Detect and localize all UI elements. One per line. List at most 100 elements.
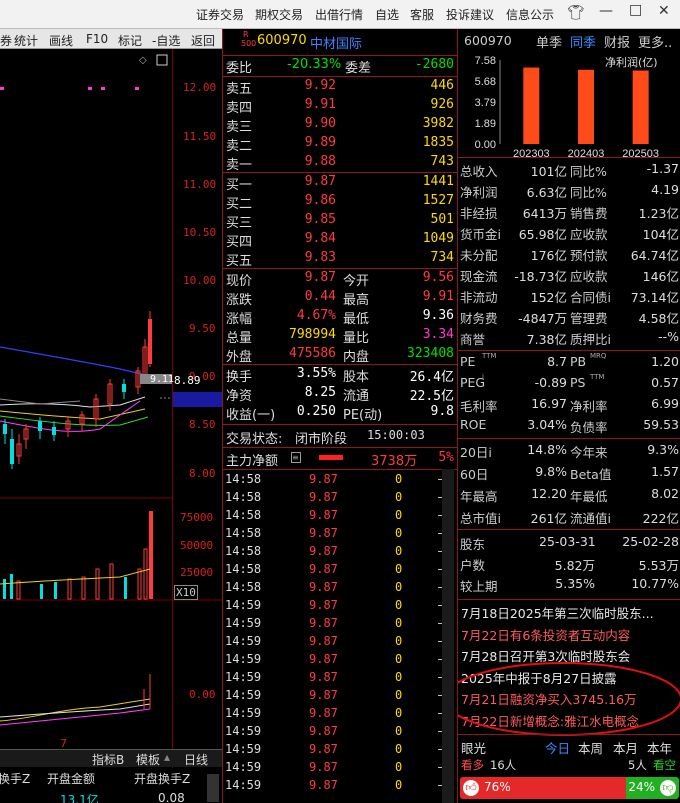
tick-price: 9.87 <box>309 562 338 576</box>
bid-row[interactable]: 买五 9.83 734 <box>225 250 456 269</box>
fin-y-tick: 5.68 <box>475 76 496 88</box>
perf-row: 60日 9.8% Beta值 1.57 <box>460 462 679 482</box>
holders-label: 户数 <box>460 558 486 573</box>
ask-row[interactable]: 卖二 9.89 1835 <box>225 135 456 154</box>
tab-this-week[interactable]: 本周 <box>578 738 603 757</box>
fin-label: 同比% <box>570 164 607 179</box>
axis-separator <box>172 49 173 799</box>
tick-volume: 0 <box>395 526 403 540</box>
stat-label: 净资 <box>226 389 253 404</box>
ratio-sub: MRQ <box>590 352 607 360</box>
shirt-icon[interactable]: 👕︎ <box>567 5 585 21</box>
fin-value: -1.37 <box>646 161 679 176</box>
menu-customer-service[interactable]: 客服 <box>410 6 434 23</box>
menu-disclosure[interactable]: 信息公示 <box>506 6 554 23</box>
level-volume: 1835 <box>422 135 454 150</box>
toolbar-back[interactable]: 返回 <box>191 32 215 49</box>
stat-label: 外盘 <box>226 350 253 365</box>
y-tick: 8.50 <box>189 418 216 431</box>
fin-y-tick: 7.58 <box>475 55 496 67</box>
toolbar-draw-line[interactable]: 画线 <box>49 32 73 49</box>
tick-price: 9.87 <box>309 634 338 648</box>
level-volume: 743 <box>430 154 454 169</box>
tick-volume: 0 <box>395 472 403 486</box>
ratio-label: 负债率 <box>570 420 608 435</box>
stock-name[interactable]: 中材国际 <box>310 33 362 52</box>
news-item[interactable]: 7月22日有6条投资者互动内容 <box>461 625 630 644</box>
tick-volume: 0 <box>395 490 403 504</box>
ask-row[interactable]: 卖一 9.88 743 <box>225 154 456 173</box>
bid-row[interactable]: 买二 9.86 1527 <box>225 193 456 212</box>
vol-multiplier[interactable]: X10 <box>174 585 198 600</box>
margin-badge-r: R <box>243 30 249 39</box>
menu-options-trading[interactable]: 期权交易 <box>255 6 303 23</box>
tick-time: 14:59 <box>225 634 262 648</box>
level-price: 9.88 <box>304 154 336 169</box>
level-label: 买四 <box>226 235 253 250</box>
restore-icon[interactable]: □ <box>629 2 642 18</box>
menu-securities-trading[interactable]: 证券交易 <box>196 6 244 23</box>
news-item[interactable]: 7月18日2025年第三次临时股东... <box>461 603 654 622</box>
fin-row: 商誉 7.38亿 质押比i --% <box>460 327 679 347</box>
bid-row[interactable]: 买四 9.84 1049 <box>225 231 456 250</box>
tick-volume: 0 <box>395 778 403 792</box>
fin-row: 非经损 6413万 销售费 1.23亿 <box>460 201 679 221</box>
tick-row: 14:599.870– <box>225 597 456 615</box>
weicha-value: -2680 <box>414 57 454 72</box>
level-label: 卖五 <box>226 82 253 97</box>
toolbar-mark[interactable]: 标记 <box>118 32 142 49</box>
quote-stat-row: 涨幅 4.67% 最低 9.36 <box>225 308 456 327</box>
toolbar-add-watch[interactable]: -自选 <box>152 32 180 49</box>
webi-label: 委比 <box>226 61 253 76</box>
ask-row[interactable]: 卖三 9.90 3982 <box>225 116 456 135</box>
fin-label: 非经损 <box>460 206 498 221</box>
chart-toolbar: 券 统计 画线 F10 标记 -自选 返回 <box>0 29 222 49</box>
scrollbar[interactable] <box>207 774 219 802</box>
fin-x-tick: 202503 <box>622 148 659 157</box>
menu-complaints[interactable]: 投诉建议 <box>446 6 494 23</box>
menu-watchlist[interactable]: 自选 <box>375 6 399 23</box>
level-price: 9.89 <box>304 135 336 150</box>
bid-row[interactable]: 买三 9.85 501 <box>225 212 456 231</box>
tick-price: 9.87 <box>309 598 338 612</box>
minimize-icon[interactable]: — <box>599 3 613 19</box>
footer-label: 换手Z <box>0 772 31 786</box>
kline-chart-panel[interactable]: 券 统计 画线 F10 标记 -自选 返回 ◇ 12.00 11.50 11.0… <box>0 29 222 803</box>
ask-row[interactable]: 卖四 9.91 926 <box>225 97 456 116</box>
fin-value: 4.58亿 <box>638 311 679 326</box>
tick-scrollbar[interactable] <box>442 469 454 803</box>
list-icon[interactable]: ≡ <box>291 452 301 463</box>
main-flow-row[interactable]: 主力净额 ≡ 3738万 5% <box>225 450 456 469</box>
bid-row[interactable]: 买一 9.87 1441 <box>225 174 456 193</box>
menu-lending-quotes[interactable]: 出借行情 <box>315 6 363 23</box>
toolbar-f10[interactable]: F10 <box>86 32 108 46</box>
fin-row: 总收入 101亿 同比% -1.37 <box>460 159 679 179</box>
y-tick: 11.50 <box>183 130 217 143</box>
tab-this-month[interactable]: 本月 <box>613 738 638 757</box>
fin-x-tick: 202303 <box>513 148 550 157</box>
tab-template[interactable]: 模板 <box>136 751 160 768</box>
tab-today[interactable]: 今日 <box>545 738 570 757</box>
stat-value: 9.91 <box>422 289 454 304</box>
stat-value: 9.56 <box>422 270 454 285</box>
thumbs-down-icon[interactable]: 👎︎ <box>660 780 676 796</box>
level-label: 买五 <box>226 254 253 269</box>
tick-volume: 0 <box>395 706 403 720</box>
holders-row: 较上期 5.35% 10.77% <box>460 574 679 594</box>
stat-label: 量比 <box>343 331 370 346</box>
close-icon[interactable]: ✕ <box>658 3 670 19</box>
tab-daily[interactable]: 日线 <box>184 751 208 768</box>
toolbar-stats[interactable]: 统计 <box>14 32 38 49</box>
tab-this-year[interactable]: 本年 <box>647 738 672 757</box>
ratio-value: 8.7 <box>547 354 567 369</box>
ask-row[interactable]: 卖五 9.92 446 <box>225 78 456 97</box>
tab-indicator-b[interactable]: 指标B <box>92 751 124 768</box>
level-volume: 1441 <box>422 174 454 189</box>
toolbar-prev[interactable]: 券 <box>0 32 12 49</box>
perf-row: 总市值i 261亿 流通值i 222亿 <box>460 506 679 526</box>
fin-label: 货币金i <box>460 227 501 242</box>
dropdown-arrow-icon[interactable]: ▴ <box>164 750 170 764</box>
tick-time: 14:59 <box>225 760 262 774</box>
thumbs-up-icon[interactable]: 👍︎ <box>463 780 479 796</box>
y-tick: 10.00 <box>183 274 217 287</box>
